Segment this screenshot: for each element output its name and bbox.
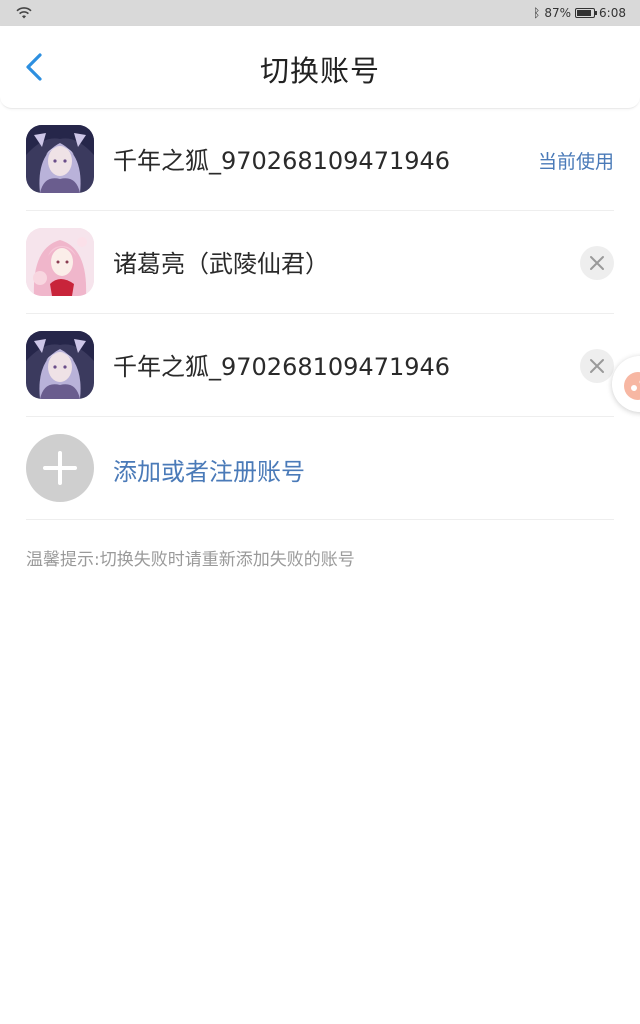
account-name: 千年之狐_970268109471946 xyxy=(113,353,451,381)
account-list: 千年之狐_970268109471946 当前使用 诸葛亮（武陵仙君） 千年之狐… xyxy=(0,108,640,520)
tip-text: 温馨提示:切换失败时请重新添加失败的账号 xyxy=(26,550,355,570)
status-time: 6:08 xyxy=(599,6,626,20)
status-bar: ᛒ 87% 6:08 xyxy=(0,0,640,26)
add-account-row[interactable]: 添加或者注册账号 xyxy=(26,417,614,520)
bluetooth-icon: ᛒ xyxy=(533,6,541,20)
account-name: 千年之狐_970268109471946 xyxy=(113,147,451,175)
header: 切换账号 xyxy=(0,26,640,109)
wifi-icon xyxy=(16,7,32,19)
status-right-group: ᛒ 87% 6:08 xyxy=(533,5,626,21)
account-name: 诸葛亮（武陵仙君） xyxy=(113,250,329,278)
battery-icon xyxy=(575,8,598,18)
fox-character-avatar xyxy=(26,125,94,193)
remove-account-button[interactable] xyxy=(580,349,614,383)
current-account-badge: 当前使用 xyxy=(537,151,614,173)
fox-character-avatar xyxy=(26,331,94,399)
remove-account-button[interactable] xyxy=(580,246,614,280)
account-row-current[interactable]: 千年之狐_970268109471946 当前使用 xyxy=(26,108,614,211)
close-icon xyxy=(590,359,604,373)
plus-icon xyxy=(43,451,77,485)
add-account-label[interactable]: 添加或者注册账号 xyxy=(113,452,305,487)
page-title: 切换账号 xyxy=(259,54,380,88)
account-row[interactable]: 诸葛亮（武陵仙君） xyxy=(26,211,614,314)
battery-percent: 87% xyxy=(544,6,572,20)
pink-hair-character-avatar xyxy=(26,228,94,296)
account-row[interactable]: 千年之狐_970268109471946 xyxy=(26,314,614,417)
add-account-button[interactable] xyxy=(26,434,94,502)
close-icon xyxy=(590,256,604,270)
